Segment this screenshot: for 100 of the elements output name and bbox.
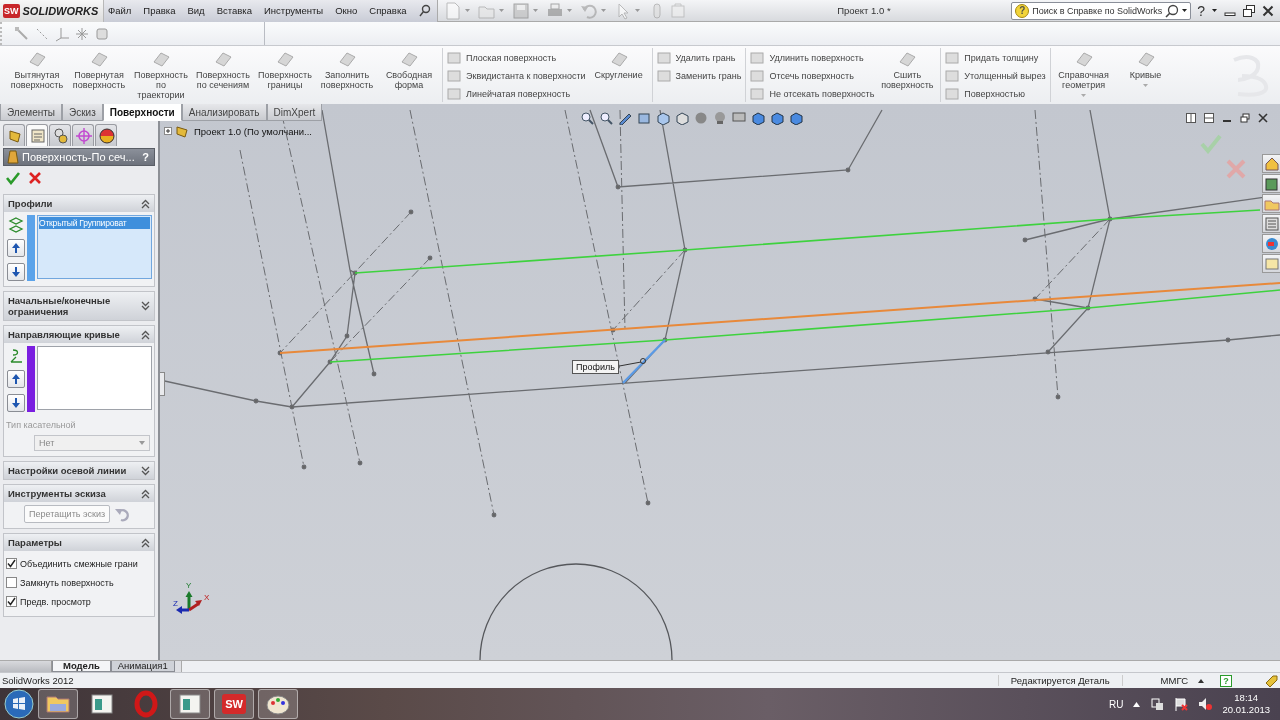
flag-icon[interactable] (1174, 697, 1189, 711)
view-cube-icon[interactable] (789, 111, 803, 125)
section-view-icon[interactable] (637, 111, 651, 125)
section-header[interactable]: Настройки осевой линии (4, 462, 154, 479)
checkbox[interactable] (6, 596, 17, 607)
check-icon[interactable] (6, 171, 20, 185)
task-pane-tab[interactable] (1262, 154, 1280, 173)
star-icon[interactable] (74, 25, 90, 42)
display-style-icon[interactable] (675, 111, 689, 125)
speaker-icon[interactable] (1198, 697, 1213, 711)
ribbon-button[interactable]: Линейчатая поверхность (447, 86, 586, 101)
task-pane-tab[interactable] (1262, 194, 1280, 213)
tab[interactable]: Эскиз (62, 104, 103, 121)
section-header[interactable]: Профили (4, 195, 154, 212)
expand-icon[interactable] (141, 301, 150, 311)
tab[interactable]: Анализировать (181, 104, 267, 121)
ribbon-button[interactable]: Скругление (589, 48, 648, 80)
close-icon[interactable] (1258, 113, 1268, 123)
lamp-icon[interactable] (713, 111, 727, 125)
panel-tab[interactable] (95, 124, 117, 146)
clock[interactable]: 18:14 20.01.2013 (1222, 692, 1270, 716)
ribbon-button[interactable]: Заменить грань (656, 68, 742, 83)
panel-tab[interactable] (49, 124, 71, 146)
split-view-icon[interactable] (1186, 113, 1196, 123)
ribbon-button[interactable]: Повернутая поверхность (70, 48, 128, 90)
search-icon[interactable] (1165, 3, 1180, 18)
ribbon-button[interactable]: Плоская поверхность (447, 50, 586, 65)
ribbon-button[interactable]: Поверхность границы (256, 48, 314, 90)
caret-icon[interactable] (1212, 9, 1217, 12)
network-icon[interactable] (1150, 697, 1165, 711)
collapse-icon[interactable] (141, 329, 150, 340)
zoom-fit-icon[interactable] (580, 111, 594, 125)
start-orb-icon[interactable] (4, 689, 34, 719)
move-up-button[interactable] (6, 370, 25, 388)
taskbar-app[interactable] (258, 689, 298, 719)
checkbox-option[interactable]: Предв. просмотр (6, 592, 152, 611)
move-up-button[interactable] (6, 239, 25, 257)
move-down-button[interactable] (6, 394, 25, 412)
ribbon-button[interactable]: Свободная форма (380, 48, 438, 90)
language-indicator[interactable]: RU (1109, 698, 1124, 710)
cube-icon[interactable] (656, 111, 670, 125)
ribbon-button[interactable]: Кривые (1116, 48, 1175, 89)
ribbon-button[interactable]: Эквидистанта к поверхности (447, 68, 586, 83)
view-cube-icon[interactable] (751, 111, 765, 125)
tab[interactable]: Поверхности (102, 104, 182, 121)
collapse-icon[interactable] (141, 537, 150, 548)
menu-item[interactable]: Справка (369, 5, 407, 16)
check-icon[interactable] (1200, 134, 1222, 154)
tab[interactable]: Элементы (0, 104, 62, 121)
menu-item[interactable]: Вид (187, 5, 205, 16)
ribbon-button[interactable]: Поверхность по сечениям (194, 48, 252, 90)
restore-icon[interactable] (1240, 113, 1250, 123)
expand-icon[interactable] (141, 465, 150, 476)
move-down-button[interactable] (6, 263, 25, 281)
task-pane-tab[interactable] (1262, 234, 1280, 253)
ribbon-button[interactable]: Удалить грань (656, 50, 742, 65)
ribbon-button[interactable]: Сшить поверхность (878, 48, 937, 90)
caret-icon[interactable] (1182, 9, 1188, 12)
units-indicator[interactable]: ММГС (1160, 675, 1188, 686)
panel-tab[interactable] (3, 124, 25, 146)
taskbar-app[interactable] (170, 689, 210, 719)
caret-icon[interactable] (1133, 701, 1141, 707)
expand-icon[interactable] (164, 127, 172, 135)
pencil-icon[interactable] (618, 111, 632, 125)
ribbon-button[interactable]: Заполнить поверхность (318, 48, 376, 90)
section-header[interactable]: Направляющие кривые (4, 326, 154, 343)
tag-icon[interactable] (1264, 673, 1278, 688)
panel-collapse-handle[interactable] (160, 372, 165, 396)
checkbox[interactable] (6, 558, 17, 569)
tree-item[interactable]: Проект 1.0 (По умолчани... (194, 125, 312, 137)
ribbon-button[interactable]: Поверхностью (945, 86, 1046, 101)
ribbon-button[interactable]: Отсечь поверхность (750, 68, 875, 83)
menu-item[interactable]: Файл (108, 5, 132, 16)
menu-item[interactable]: Правка (143, 5, 176, 16)
ribbon-button[interactable]: Справочная геометрия (1054, 48, 1113, 99)
taskbar-app[interactable]: SW (214, 689, 254, 719)
section-header[interactable]: Параметры (4, 534, 154, 551)
restore-icon[interactable] (1243, 4, 1255, 17)
task-pane-tab[interactable] (1262, 174, 1280, 193)
checkbox[interactable] (6, 577, 17, 588)
task-pane-tab[interactable] (1262, 254, 1280, 273)
split-view-icon[interactable] (1204, 113, 1214, 123)
horizontal-scrollbar[interactable] (180, 661, 1280, 672)
selection-list[interactable] (37, 346, 152, 410)
menu-item[interactable]: Окно (335, 5, 358, 16)
collapse-icon[interactable] (141, 488, 150, 499)
ribbon-button[interactable]: Поверхность по траектории (132, 48, 190, 100)
tab[interactable]: DimXpert (266, 104, 323, 121)
collapse-icon[interactable] (141, 198, 150, 209)
ribbon-button[interactable]: Вытянутая поверхность (8, 48, 66, 90)
section-header[interactable]: Инструменты эскиза (4, 485, 154, 502)
ribbon-button[interactable]: Утолщенный вырез (945, 68, 1046, 83)
section-header[interactable]: Начальные/конечные ограничения (4, 292, 154, 320)
zoom-area-icon[interactable] (599, 111, 613, 125)
close-icon[interactable] (1262, 4, 1274, 17)
ribbon-button[interactable]: Придать толщину (945, 50, 1046, 65)
ribbon-button[interactable]: Не отсекать поверхность (750, 86, 875, 101)
caret-icon[interactable] (1198, 678, 1204, 683)
menu-item[interactable]: Инструменты (263, 5, 324, 16)
search-field[interactable]: ? Поиск в Справке по SolidWorks (1011, 1, 1192, 20)
